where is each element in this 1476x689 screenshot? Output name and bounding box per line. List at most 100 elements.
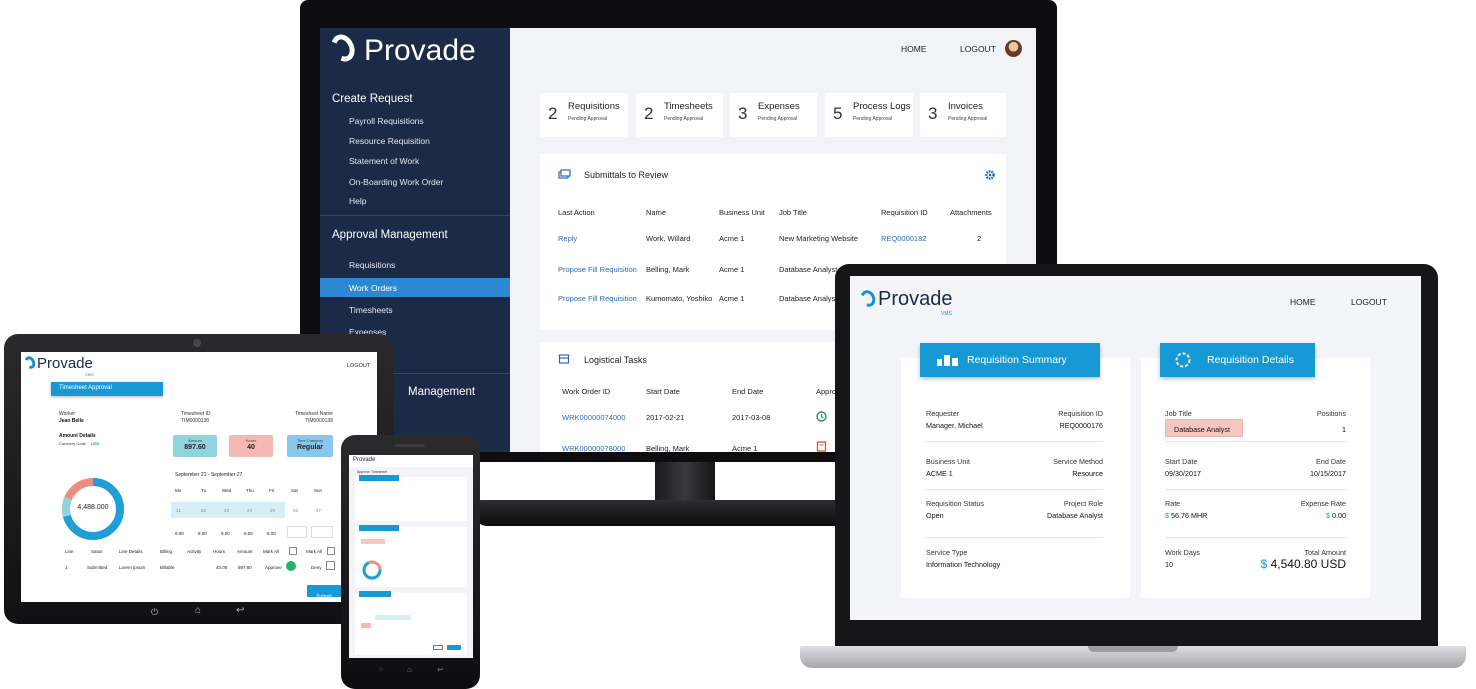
clock-icon[interactable]	[816, 411, 827, 422]
job-title-value: Database Analyst	[1174, 425, 1230, 434]
rate-amount: 56.76 MHR	[1171, 511, 1208, 520]
amount-tile: Amount 897.60	[173, 435, 217, 457]
power-icon[interactable]: ⏻	[151, 607, 158, 618]
requisition-summary-header: Requisition Summary	[920, 343, 1100, 377]
stat-invoices[interactable]: 3 Invoices Pending Approval	[920, 93, 1006, 137]
phone-card-header	[359, 591, 391, 597]
work-days-value: 10	[1165, 560, 1173, 569]
rate-value: $ 56.76 MHR	[1165, 511, 1207, 520]
logout-link[interactable]: LOGOUT	[347, 363, 370, 369]
job-cell: Database Analyst	[779, 294, 838, 303]
attachments-cell: 2	[977, 234, 982, 243]
sidebar-item-timesheets[interactable]: Timesheets	[349, 305, 393, 315]
col-status: Satus	[91, 549, 103, 554]
date-cell[interactable]: 21	[176, 508, 181, 513]
submittals-title: Submittals to Review	[584, 170, 669, 180]
user-avatar[interactable]	[1005, 40, 1022, 57]
hours-cell: 40.00	[216, 565, 228, 570]
hours-input[interactable]	[311, 526, 333, 538]
date-cell[interactable]: 24	[247, 508, 252, 513]
home-link[interactable]: HOME	[901, 44, 927, 54]
work-order-link[interactable]: WRK00000078000	[562, 444, 625, 452]
hours-input[interactable]	[287, 526, 307, 538]
last-action-link[interactable]: Propose Fill Requisition	[558, 294, 637, 303]
col-amount: Amount	[237, 549, 253, 554]
day-header: Sun	[314, 488, 323, 493]
stat-label: Timesheets	[664, 101, 713, 112]
unit-cell: Acme 1	[719, 234, 745, 243]
divider	[926, 441, 1103, 442]
requisition-id-link[interactable]: REQ0000182	[881, 234, 926, 243]
start-date-value: 09/30/2017	[1165, 469, 1201, 478]
submit-button[interactable]: Submit	[307, 585, 341, 600]
logout-link[interactable]: LOGOUT	[1351, 297, 1387, 307]
work-order-link[interactable]: WRK00000074000	[562, 413, 625, 422]
back-icon[interactable]: ↩	[437, 665, 444, 674]
stat-timesheets[interactable]: 2 Timesheets Pending Approval	[636, 93, 723, 137]
phone-screen: Provade Approve Timesheet	[349, 455, 473, 658]
sidebar-item-requisitions[interactable]: Requisitions	[349, 260, 395, 270]
unit-cell: Acme 1	[719, 265, 745, 274]
circle-icon[interactable]: ○	[379, 666, 383, 673]
sidebar-item-payroll-requisitions[interactable]: Payroll Requisitions	[349, 116, 424, 126]
col-mark-all-deny: Mark All	[306, 549, 323, 554]
date-cell[interactable]: 22	[201, 508, 206, 513]
service-method-value: Resource	[1072, 469, 1103, 478]
phone-approve-button[interactable]	[447, 645, 461, 650]
tile-label: Amount	[188, 438, 202, 443]
start-date-cell: 2017-02-21	[646, 413, 685, 422]
home-link[interactable]: HOME	[1290, 297, 1316, 307]
deny-checkbox[interactable]	[326, 561, 335, 570]
date-cell[interactable]: 26	[293, 508, 298, 513]
day-header: Tu	[201, 488, 207, 493]
home-icon[interactable]: ⌂	[407, 665, 412, 674]
sidebar-item-onboarding-work-order[interactable]: On-Boarding Work Order	[349, 177, 443, 187]
provade-logo-icon	[327, 30, 359, 66]
document-alert-icon[interactable]	[816, 441, 827, 452]
total-amount: 4,540.80 USD	[1270, 557, 1346, 571]
job-cell: New Marketing Website	[779, 234, 859, 243]
last-action-link[interactable]: Reply	[558, 234, 577, 243]
sidebar-item-resource-requisition[interactable]: Resource Requisition	[349, 136, 430, 146]
requisition-status-label: Requisition Status	[926, 499, 984, 508]
stat-count: 2	[644, 104, 654, 123]
line-cell: 1	[65, 565, 68, 570]
currency-symbol: $	[1260, 557, 1268, 571]
name-cell: Work, Willard	[646, 234, 691, 243]
date-cell[interactable]: 23	[224, 508, 229, 513]
approve-check-icon[interactable]	[286, 561, 296, 571]
stat-requisitions[interactable]: 2 Requisitions Pending Approval	[540, 93, 628, 137]
sidebar-item-statement-of-work[interactable]: Statement of Work	[349, 156, 419, 166]
gear-icon[interactable]	[984, 169, 996, 181]
mark-all-approve-checkbox[interactable]	[289, 547, 297, 555]
tablet-camera	[193, 339, 201, 347]
last-action-link[interactable]: Propose Fill Requisition	[558, 265, 637, 274]
logout-link[interactable]: LOGOUT	[960, 44, 996, 54]
stat-label: Process Logs	[853, 101, 911, 112]
phone-card-header	[359, 475, 399, 481]
phone-card-header	[359, 525, 399, 531]
submit-label: Submit	[316, 594, 332, 600]
requisition-id-label: Requisition ID	[1058, 409, 1103, 418]
col-name: Name	[646, 208, 667, 217]
sidebar-item-help[interactable]: Help	[349, 196, 366, 206]
stat-label: Requisitions	[568, 101, 620, 112]
home-icon[interactable]: ⌂	[195, 605, 201, 616]
bar-chart-icon	[937, 355, 958, 366]
mark-all-deny-checkbox[interactable]	[327, 547, 335, 555]
back-icon[interactable]: ↩	[236, 605, 244, 616]
job-title-field[interactable]: Database Analyst	[1165, 419, 1243, 437]
phone-deny-button[interactable]	[433, 645, 443, 650]
stat-count: 3	[738, 104, 748, 123]
provade-logo-icon	[22, 354, 38, 371]
stat-expenses[interactable]: 3 Expenses Pending Approval	[730, 93, 817, 137]
sidebar-item-work-orders[interactable]: Work Orders	[320, 278, 510, 297]
timesheet-id-label: Timesheet ID	[181, 411, 211, 417]
stat-sub: Pending Approval	[664, 116, 704, 122]
col-attachments: Attachments	[950, 208, 992, 217]
date-cell[interactable]: 25	[270, 508, 275, 513]
week-range: September 21 - September 27	[175, 472, 243, 478]
job-title-label: Job Title	[1165, 409, 1192, 418]
stat-process-logs[interactable]: 5 Process Logs Pending Approval	[825, 93, 913, 137]
date-cell[interactable]: 27	[316, 508, 321, 513]
